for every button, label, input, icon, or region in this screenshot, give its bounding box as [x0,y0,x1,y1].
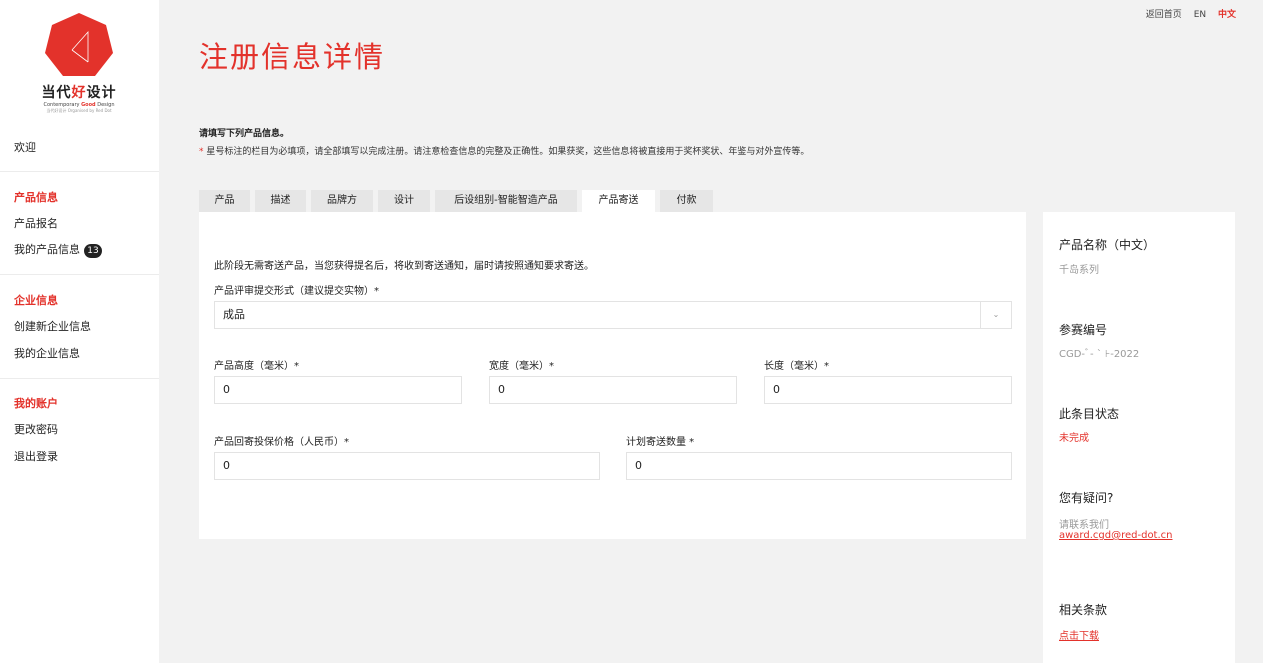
tab-design[interactable]: 设计 [378,190,430,212]
entry-info-panel: 产品名称（中文） 千岛系列 参赛编号 CGD-ﾞ- ˋ ⊦-2022 此条目状态… [1043,212,1235,663]
sidebar-divider [0,171,159,172]
product-count-badge: 13 [84,244,102,258]
shipping-notice: 此阶段无需寄送产品，当您获得提名后，将收到寄送通知，届时请按照通知要求寄送。 [214,261,594,272]
status-value: 未完成 [1059,433,1089,444]
submit-form-label: 产品评审提交形式（建议提交实物）* [214,286,379,297]
required-note-text: 星号标注的栏目为必填项，请全部填写以完成注册。请注意检查信息的完整及正确性。如果… [203,147,810,157]
sidebar-divider [0,274,159,275]
intro-text: 请填写下列产品信息。 [199,129,290,139]
reference-value: CGD-ﾞ- ˋ ⊦-2022 [1059,349,1140,360]
height-label: 产品高度（毫米）* [214,361,299,372]
tab-brand[interactable]: 品牌方 [311,190,373,212]
sidebar-heading-product[interactable]: 产品信息 [14,189,58,205]
width-label: 宽度（毫米）* [489,361,554,372]
insured-value-label: 产品回寄投保价格（人民币）* [214,437,349,448]
sidebar-heading-account[interactable]: 我的账户 [14,395,58,411]
submit-form-select[interactable]: 成品 ⌄ [214,301,1012,329]
brand-name-part2: 好 [71,85,87,101]
page-title: 注册信息详情 [199,40,386,74]
terms-download-link[interactable]: 点击下载 [1059,627,1099,642]
brand-logo[interactable]: 当代好设计 Contemporary Good Design 当代好设计 Org… [38,12,120,113]
height-input[interactable]: 0 [214,376,462,404]
product-name-title: 产品名称（中文） [1059,238,1156,252]
reference-title: 参赛编号 [1059,323,1108,337]
insured-value-input[interactable]: 0 [214,452,600,480]
length-label: 长度（毫米）* [764,361,829,372]
tab-payment[interactable]: 付款 [660,190,713,212]
status-title: 此条目状态 [1059,407,1120,421]
sidebar-item-product-register[interactable]: 产品报名 [14,215,58,231]
brand-name-part1: 当代 [41,85,72,101]
chevron-down-icon[interactable]: ⌄ [980,302,1011,328]
length-input[interactable]: 0 [764,376,1012,404]
lang-zh-link[interactable]: 中文 [1218,10,1236,20]
tab-product[interactable]: 产品 [199,190,250,212]
brand-name-part3: 设计 [86,85,117,101]
brand-name: 当代好设计 [38,82,120,102]
tab-description[interactable]: 描述 [255,190,306,212]
top-nav: 返回首页 EN 中文 [1137,7,1236,20]
sidebar-divider [0,378,159,379]
sidebar-item-create-company[interactable]: 创建新企业信息 [14,318,91,334]
logo-heptagon-icon [45,13,113,76]
quantity-input[interactable]: 0 [626,452,1012,480]
sidebar-item-logout[interactable]: 退出登录 [14,448,58,464]
sidebar-item-my-company[interactable]: 我的企业信息 [14,345,80,361]
home-link[interactable]: 返回首页 [1146,10,1182,20]
contact-email-link[interactable]: award.cgd@red-dot.cn [1059,530,1173,541]
tab-shipping[interactable]: 产品寄送 [582,190,655,212]
quantity-label: 计划寄送数量 * [626,437,695,448]
sidebar-heading-company[interactable]: 企业信息 [14,292,58,308]
submit-form-value: 成品 [223,308,245,321]
tab-category[interactable]: 后设组别-智能智造产品 [435,190,577,212]
contact-text: 请联系我们 [1059,520,1109,531]
lang-en-link[interactable]: EN [1194,10,1206,20]
sidebar-item-change-password[interactable]: 更改密码 [14,421,58,437]
terms-title: 相关条款 [1059,603,1108,617]
sidebar-item-my-products[interactable]: 我的产品信息 13 [14,241,102,258]
product-name-value: 千岛系列 [1059,265,1099,276]
width-input[interactable]: 0 [489,376,737,404]
shipping-form-panel: 此阶段无需寄送产品，当您获得提名后，将收到寄送通知，届时请按照通知要求寄送。 产… [199,212,1026,539]
sidebar-item-label: 我的产品信息 [14,243,80,256]
sidebar: 当代好设计 Contemporary Good Design 当代好设计 Org… [0,0,159,663]
question-title: 您有疑问? [1059,491,1114,505]
brand-organizer: 当代好设计 Organised by Red Dot [46,108,112,113]
sidebar-item-welcome[interactable]: 欢迎 [14,139,36,155]
required-note: * 星号标注的栏目为必填项，请全部填写以完成注册。请注意检查信息的完整及正确性。… [199,144,809,157]
